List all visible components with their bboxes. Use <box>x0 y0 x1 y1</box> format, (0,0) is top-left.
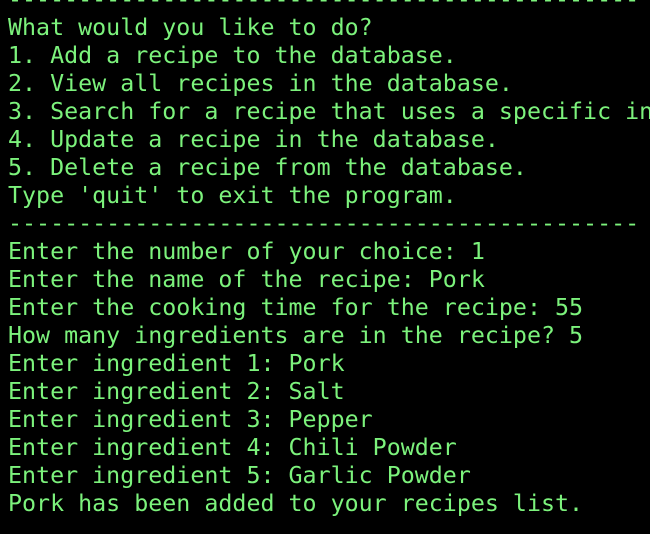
cooking-time-line: Enter the cooking time for the recipe: 5… <box>8 294 584 321</box>
menu-prompt: What would you like to do? <box>8 14 373 41</box>
ingredient-count-line: How many ingredients are in the recipe? … <box>8 322 584 349</box>
menu-option-3: 3. Search for a recipe that uses a speci… <box>8 98 650 125</box>
ingredient-3-line: Enter ingredient 3: Pepper <box>8 406 373 433</box>
menu-option-1: 1. Add a recipe to the database. <box>8 42 457 69</box>
choice-input-line: Enter the number of your choice: 1 <box>8 238 485 265</box>
menu-option-5: 5. Delete a recipe from the database. <box>8 154 527 181</box>
ingredient-5-line: Enter ingredient 5: Garlic Powder <box>8 462 471 489</box>
ingredient-1-line: Enter ingredient 1: Pork <box>8 350 345 377</box>
terminal-window[interactable]: ----------------------------------------… <box>0 0 650 534</box>
separator-line-bottom: ----------------------------------------… <box>8 210 640 237</box>
menu-option-4: 4. Update a recipe in the database. <box>8 126 499 153</box>
ingredient-4-line: Enter ingredient 4: Chili Powder <box>8 434 457 461</box>
separator-line-top: ----------------------------------------… <box>8 0 650 14</box>
ingredient-2-line: Enter ingredient 2: Salt <box>8 378 345 405</box>
quit-hint: Type 'quit' to exit the program. <box>8 182 457 209</box>
menu-option-2: 2. View all recipes in the database. <box>8 70 513 97</box>
confirmation-message: Pork has been added to your recipes list… <box>8 490 584 517</box>
recipe-name-line: Enter the name of the recipe: Pork <box>8 266 485 293</box>
